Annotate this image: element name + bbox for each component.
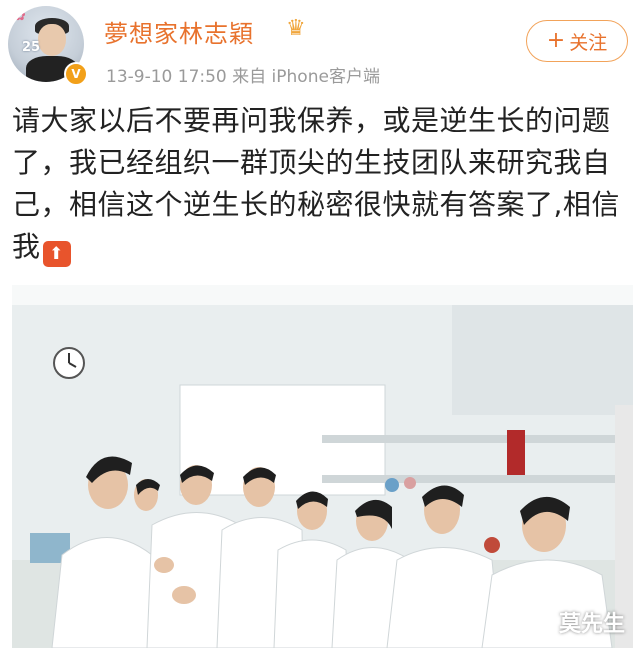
post-header: ✿ 25 V 夢想家林志穎 ♛ 13-9-10 17:50 来自 iPhone客… <box>0 0 641 92</box>
post-body: 请大家以后不要再问我保养，或是逆生长的问题了，我已经组织一群顶尖的生技团队来研究… <box>12 104 620 263</box>
avatar-face <box>38 24 66 56</box>
rocket-icon: ⬆ <box>42 241 71 267</box>
lab-photo-illustration <box>12 285 633 648</box>
crown-icon: ♛ <box>286 16 306 41</box>
username[interactable]: 夢想家林志穎 <box>104 14 254 49</box>
verified-badge-icon: V <box>64 62 88 86</box>
watermark: 莫先生 <box>558 612 625 637</box>
follow-label: 关注 <box>569 31 608 54</box>
post-meta: 13-9-10 17:50 来自 iPhone客户端 <box>106 62 380 87</box>
post-photo[interactable]: 莫先生 <box>12 285 633 648</box>
post-text: 请大家以后不要再问我保养，或是逆生长的问题了，我已经组织一群顶尖的生技团队来研究… <box>12 100 632 268</box>
flower-decoration-icon: ✿ <box>14 8 26 24</box>
avatar-badge: 25 <box>22 40 41 55</box>
timestamp: 13-9-10 17:50 <box>106 67 227 87</box>
follow-button[interactable]: + 关注 <box>526 20 628 62</box>
source-label: 来自 iPhone客户端 <box>232 67 380 87</box>
plus-icon: + <box>546 28 566 53</box>
